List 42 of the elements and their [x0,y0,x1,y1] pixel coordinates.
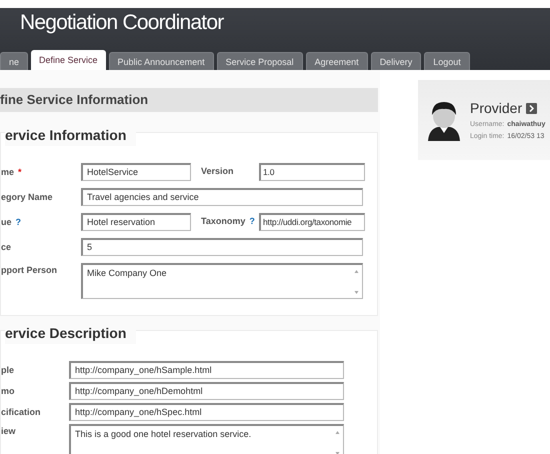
nav-tab[interactable]: Service Proposal [216,52,303,70]
field-label: iew [1,425,16,438]
user-avatar-icon [426,99,462,141]
scroll-arrows-icon [335,430,340,454]
field-label: ce [1,241,12,254]
input-field[interactable]: 1.0 [259,163,365,181]
input-field[interactable]: http://company_one/hDemohtml [69,382,344,400]
chevron-right-icon [529,105,534,112]
input-field[interactable]: Travel agencies and service [81,188,363,206]
nav-tab[interactable]: ne [0,52,28,70]
field-label: cification [1,406,41,419]
input-field[interactable]: HotelService [81,163,191,181]
field-label: mo [1,385,14,398]
text-area[interactable]: Mike Company One [81,263,363,299]
text-area[interactable]: This is a good one hotel reservation service. [69,424,344,454]
field-label: pport Person [1,264,58,277]
nav-tab[interactable]: Agreement [306,52,368,70]
field-label: Taxonomy [201,215,246,228]
field-label: ple [1,364,14,377]
text-area-value: Mike Company One [87,268,167,278]
arrow-button[interactable] [526,103,538,114]
page-heading: fine Service Information [0,91,148,110]
input-field[interactable]: 5 [81,238,363,256]
nav-tab[interactable]: Define Service [31,50,106,70]
field-label: Version [201,165,234,178]
role-title: Provider [470,99,522,118]
text-area-value: This is a good one hotel reservation service. [75,429,252,439]
field-label: me [1,166,14,179]
input-field[interactable]: http://company_one/hSample.html [69,361,344,379]
input-field[interactable]: http://company_one/hSpec.html [69,403,344,421]
nav-tab[interactable]: Public Announcement [108,52,214,70]
scroll-arrows-icon [354,269,359,295]
field-label: egory Name [1,191,53,204]
input-field[interactable]: Hotel reservation [81,213,191,231]
nav-tab[interactable]: Logout [424,52,470,70]
field-label: ue [1,216,12,229]
app-title: Negotiation Coordinator [20,11,224,34]
nav-tab[interactable]: Delivery [370,52,422,70]
help-marker: ? [249,215,255,228]
field-marker: * [18,166,22,179]
field-marker: ? [16,216,22,229]
input-field[interactable]: http://uddi.org/taxonomie [259,213,365,231]
